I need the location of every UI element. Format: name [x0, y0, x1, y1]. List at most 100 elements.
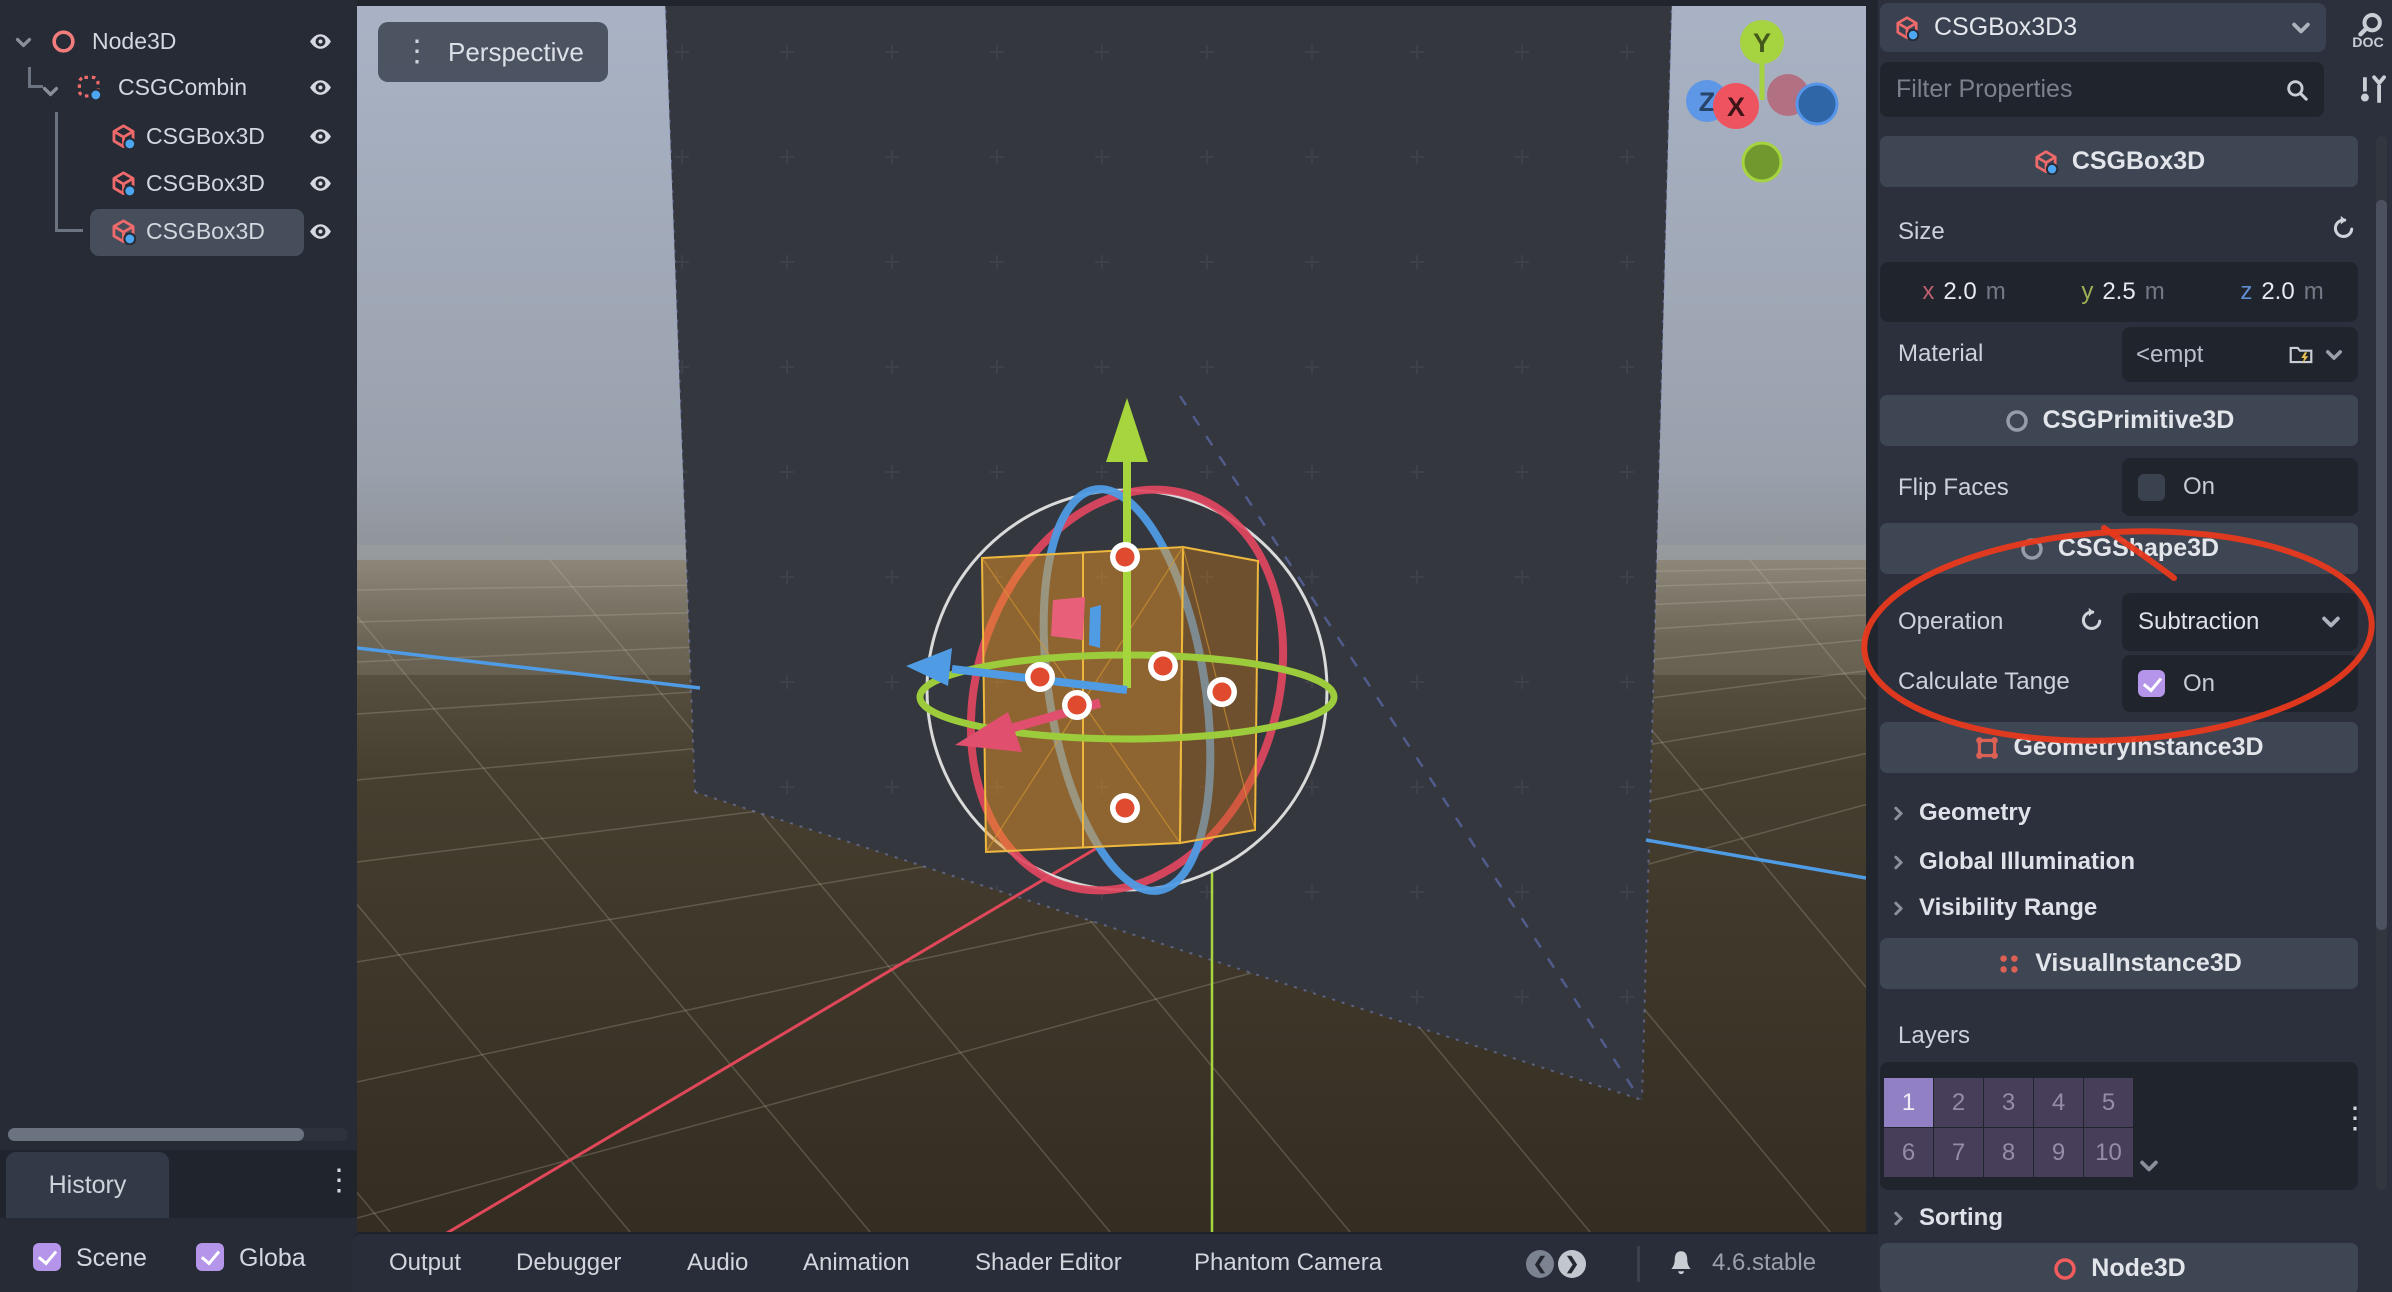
eye-icon[interactable]	[305, 171, 336, 196]
size-vector3-field[interactable]: x 2.0 m y 2.5 m z 2.0 m	[1880, 262, 2358, 322]
size-y-axis-letter: y	[2072, 278, 2102, 306]
category-label: CSGPrimitive3D	[2043, 406, 2235, 435]
size-y-value[interactable]: 2.5	[2102, 278, 2135, 306]
group-global-illumination[interactable]: Global Illumination	[1880, 842, 2358, 882]
history-menu-icon[interactable]: ⋮	[324, 1166, 354, 1196]
nav-forward-icon[interactable]: ❯	[1558, 1250, 1586, 1278]
tree-row-csgbox3d-2[interactable]: CSGBox3D	[0, 161, 357, 207]
revert-icon[interactable]	[2330, 214, 2358, 242]
tree-item-label[interactable]: CSGBox3D	[146, 123, 265, 150]
tree-item-label[interactable]: CSGBox3D	[146, 170, 265, 197]
tab-shader-editor[interactable]: Shader Editor	[975, 1234, 1122, 1292]
revert-icon[interactable]	[2078, 606, 2106, 634]
layer-cell-4[interactable]: 4	[2034, 1078, 2083, 1127]
chevron-right-icon	[1890, 900, 1907, 917]
csg-box-icon	[1894, 15, 1920, 41]
csg-shape-icon	[2019, 536, 2045, 562]
size-x-axis-letter: x	[1913, 278, 1943, 306]
tree-item-label[interactable]: CSGCombin	[118, 74, 247, 101]
eye-icon[interactable]	[305, 124, 336, 149]
category-node3d[interactable]: Node3D	[1880, 1243, 2358, 1292]
layers-expand-chevron-icon[interactable]	[2138, 1155, 2160, 1177]
layer-cell-3[interactable]: 3	[1984, 1078, 2033, 1127]
tree-row-node3d[interactable]: Node3D	[0, 19, 357, 65]
axis-label-z: Z	[1699, 87, 1716, 117]
filter-properties-input[interactable]	[1894, 74, 2284, 105]
layer-cell-7[interactable]: 7	[1934, 1128, 1983, 1177]
tools-icon[interactable]	[2355, 71, 2389, 109]
quick-load-folder-icon[interactable]	[2288, 342, 2314, 368]
tab-phantom-camera[interactable]: Phantom Camera	[1194, 1234, 1382, 1292]
category-csgshape3d[interactable]: CSGShape3D	[1880, 523, 2358, 574]
inspector-scrollbar-thumb[interactable]	[2376, 200, 2387, 930]
gizmo-plane-handle-pink[interactable]	[1051, 597, 1085, 640]
group-visibility-range[interactable]: Visibility Range	[1880, 888, 2358, 928]
calculate-tangents-checkbox[interactable]	[2138, 670, 2165, 697]
tab-audio[interactable]: Audio	[687, 1234, 748, 1292]
nav-back-icon[interactable]: ❮	[1526, 1250, 1554, 1278]
global-checkbox-label: Globa	[239, 1244, 306, 1273]
operation-dropdown[interactable]: Subtraction	[2122, 593, 2358, 651]
perspective-menu-button[interactable]: ⋮ Perspective	[378, 22, 608, 82]
calculate-tangents-on-label: On	[2183, 670, 2215, 698]
notification-bell-icon[interactable]	[1666, 1248, 1696, 1278]
layer-cell-1[interactable]: 1	[1884, 1078, 1933, 1127]
group-sorting[interactable]: Sorting	[1880, 1198, 2358, 1238]
node3d-icon	[2052, 1256, 2078, 1282]
flip-faces-checkbox[interactable]	[2138, 474, 2165, 501]
size-z-value[interactable]: 2.0	[2261, 278, 2294, 306]
perspective-label: Perspective	[448, 37, 584, 68]
category-csgprimitive3d[interactable]: CSGPrimitive3D	[1880, 395, 2358, 446]
eye-icon[interactable]	[305, 219, 336, 244]
operation-label: Operation	[1898, 608, 2003, 636]
tab-animation[interactable]: Animation	[803, 1234, 910, 1292]
chevron-down-icon	[2290, 17, 2312, 39]
viewport-3d-scene[interactable]: Z X Y	[357, 0, 1866, 1232]
layer-cell-6[interactable]: 6	[1884, 1128, 1933, 1177]
category-csgbox3d[interactable]: CSGBox3D	[1880, 136, 2358, 187]
flip-faces-label: Flip Faces	[1898, 474, 2009, 502]
tab-history[interactable]: History	[6, 1152, 169, 1218]
layer-cell-9[interactable]: 9	[2034, 1128, 2083, 1177]
global-checkbox[interactable]	[196, 1243, 224, 1271]
geometry-instance-icon	[1974, 735, 2000, 761]
tab-output[interactable]: Output	[389, 1234, 461, 1292]
eye-icon[interactable]	[305, 75, 336, 100]
group-label: Sorting	[1919, 1204, 2003, 1232]
axis-label-x: X	[1727, 92, 1745, 122]
material-field[interactable]: <empt	[2122, 327, 2358, 382]
tree-item-label[interactable]: CSGBox3D	[146, 218, 265, 245]
layer-cell-2[interactable]: 2	[1934, 1078, 1983, 1127]
calculate-tangents-field[interactable]: On	[2122, 655, 2358, 712]
scene-checkbox[interactable]	[33, 1243, 61, 1271]
axis-ball-neg-z[interactable]	[1797, 84, 1837, 124]
history-filter-bar: Scene Globa	[0, 1218, 357, 1292]
layers-menu-icon[interactable]: ⋮	[2340, 1104, 2370, 1134]
layers-label: Layers	[1898, 1022, 1970, 1050]
tree-row-csgbox3d-1[interactable]: CSGBox3D	[0, 114, 357, 160]
tree-row-csgcombiner[interactable]: CSGCombin	[0, 65, 357, 111]
chevron-down-icon[interactable]	[14, 33, 33, 52]
eye-icon[interactable]	[305, 29, 336, 54]
layer-cell-10[interactable]: 10	[2084, 1128, 2133, 1177]
category-label: GeometryInstance3D	[2013, 733, 2263, 762]
filter-properties-box[interactable]	[1880, 62, 2324, 117]
tree-item-label[interactable]: Node3D	[92, 28, 176, 55]
gizmo-plane-handle-blue[interactable]	[1089, 605, 1101, 648]
tab-debugger[interactable]: Debugger	[516, 1234, 621, 1292]
csg-box-icon	[2033, 149, 2059, 175]
category-geometryinstance3d[interactable]: GeometryInstance3D	[1880, 722, 2358, 773]
axis-ball-neg-y[interactable]	[1743, 143, 1781, 181]
tree-row-csgbox3d-3-selected[interactable]: CSGBox3D	[0, 209, 357, 255]
tree-hscrollbar-thumb[interactable]	[8, 1128, 304, 1141]
layer-cell-8[interactable]: 8	[1984, 1128, 2033, 1177]
inspector-node-selector[interactable]: CSGBox3D3	[1880, 3, 2326, 52]
flip-faces-field[interactable]: On	[2122, 458, 2358, 516]
category-visualinstance3d[interactable]: VisualInstance3D	[1880, 938, 2358, 989]
layer-cell-5[interactable]: 5	[2084, 1078, 2133, 1127]
doc-search-icon[interactable]	[2348, 8, 2388, 54]
chevron-down-icon[interactable]	[2324, 345, 2344, 365]
size-x-value[interactable]: 2.0	[1943, 278, 1976, 306]
group-geometry[interactable]: Geometry	[1880, 793, 2358, 833]
chevron-down-icon[interactable]	[41, 82, 60, 101]
